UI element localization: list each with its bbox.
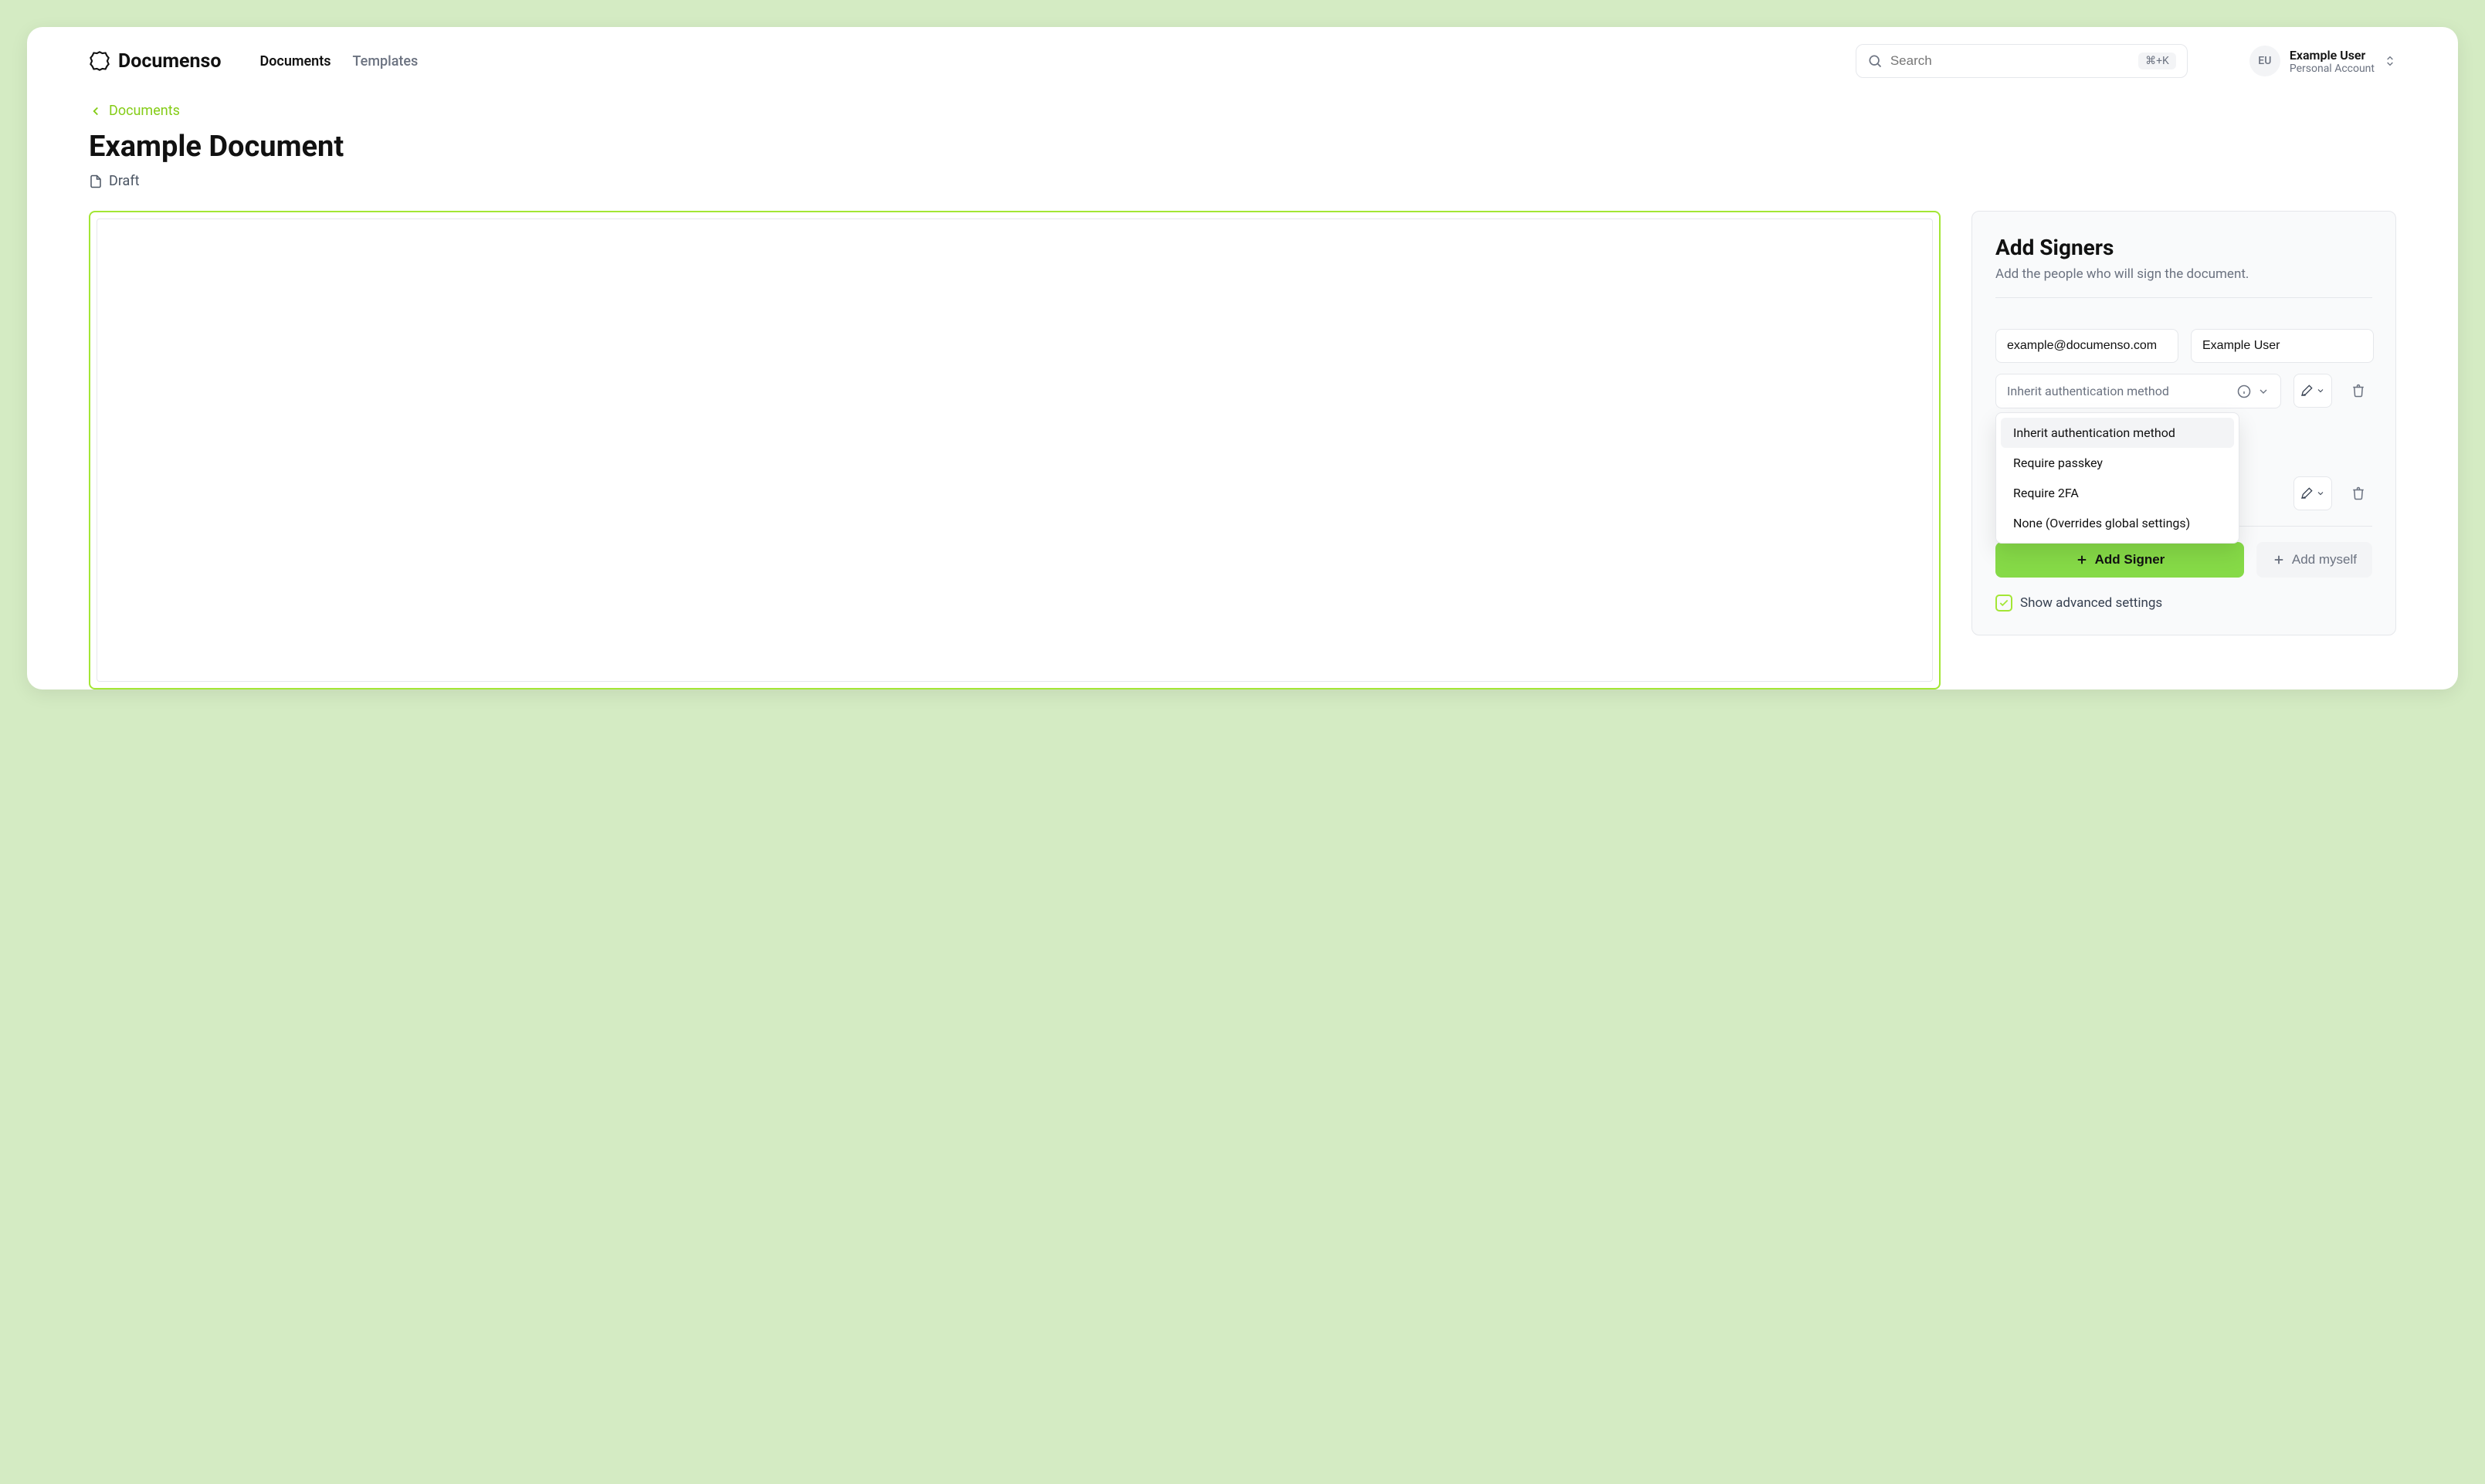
- chevron-left-icon: [89, 104, 103, 118]
- action-row: Add Signer Add myself: [1995, 542, 2372, 578]
- add-signer-button[interactable]: Add Signer: [1995, 542, 2244, 578]
- search-icon: [1867, 53, 1883, 69]
- auth-option-inherit[interactable]: Inherit authentication method: [2001, 418, 2234, 448]
- main-nav: Documents Templates: [260, 53, 419, 69]
- advanced-settings-checkbox[interactable]: [1995, 595, 2012, 612]
- pen-icon: [2300, 385, 2313, 397]
- signer-name-input[interactable]: [2191, 329, 2374, 363]
- add-myself-button[interactable]: Add myself: [2256, 542, 2372, 578]
- trash-icon: [2351, 486, 2365, 500]
- brand-text: Documenso: [118, 50, 222, 73]
- delete-signer-button-2[interactable]: [2344, 476, 2372, 510]
- panel-title: Add Signers: [1995, 235, 2372, 260]
- status-label: Draft: [109, 173, 140, 189]
- add-signer-label: Add Signer: [2095, 552, 2165, 568]
- brand-logo[interactable]: Documenso: [89, 50, 222, 73]
- auth-option-2fa[interactable]: Require 2FA: [2001, 478, 2234, 508]
- auth-placeholder: Inherit authentication method: [2007, 384, 2169, 398]
- user-name: Example User: [2290, 48, 2375, 63]
- advanced-settings-label: Show advanced settings: [2020, 595, 2162, 611]
- logo-icon: [89, 50, 110, 72]
- auth-row-1: Inherit authentication method: [1995, 374, 2372, 408]
- user-account: Personal Account: [2290, 63, 2375, 75]
- breadcrumb[interactable]: Documents: [89, 103, 2396, 119]
- app-window: Documenso Documents Templates ⌘+K EU Exa…: [27, 27, 2458, 689]
- auth-method-select[interactable]: Inherit authentication method: [1995, 374, 2281, 408]
- breadcrumb-label: Documents: [109, 103, 180, 119]
- page-title: Example Document: [89, 130, 2396, 164]
- document-page: [97, 219, 1933, 682]
- edit-signer-button-2[interactable]: [2293, 476, 2332, 510]
- chevron-down-icon: [2316, 489, 2325, 498]
- user-menu[interactable]: EU Example User Personal Account: [2249, 46, 2396, 76]
- signer-email-input[interactable]: [1995, 329, 2178, 363]
- signer-row-1: [1995, 329, 2372, 363]
- plus-icon: [2272, 553, 2286, 567]
- search-shortcut: ⌘+K: [2138, 53, 2176, 69]
- info-icon: [2237, 385, 2251, 398]
- chevrons-up-down-icon: [2384, 55, 2396, 67]
- check-icon: [1999, 598, 2009, 608]
- add-myself-label: Add myself: [2292, 552, 2357, 568]
- auth-dropdown: Inherit authentication method Require pa…: [1995, 412, 2239, 544]
- nav-templates[interactable]: Templates: [353, 53, 419, 69]
- header: Documenso Documents Templates ⌘+K EU Exa…: [27, 27, 2458, 95]
- panel-subtitle: Add the people who will sign the documen…: [1995, 266, 2372, 282]
- pen-icon: [2300, 487, 2313, 500]
- signers-panel: Add Signers Add the people who will sign…: [1971, 211, 2396, 635]
- user-info: Example User Personal Account: [2290, 48, 2375, 75]
- file-icon: [89, 174, 103, 188]
- panel-divider: [1995, 297, 2372, 298]
- edit-signer-button[interactable]: [2293, 374, 2332, 408]
- trash-icon: [2351, 384, 2365, 398]
- auth-option-none[interactable]: None (Overrides global settings): [2001, 508, 2234, 538]
- chevron-down-icon: [2316, 386, 2325, 395]
- advanced-settings-row[interactable]: Show advanced settings: [1995, 595, 2372, 612]
- main-layout: Add Signers Add the people who will sign…: [89, 211, 2396, 689]
- plus-icon: [2075, 553, 2089, 567]
- document-preview[interactable]: [89, 211, 1941, 689]
- nav-documents[interactable]: Documents: [260, 53, 331, 69]
- search-input[interactable]: [1890, 53, 2131, 69]
- chevron-down-icon: [2257, 385, 2270, 398]
- delete-signer-button[interactable]: [2344, 374, 2372, 408]
- status-row: Draft: [89, 173, 2396, 189]
- search-box[interactable]: ⌘+K: [1856, 44, 2188, 78]
- avatar: EU: [2249, 46, 2280, 76]
- auth-option-passkey[interactable]: Require passkey: [2001, 448, 2234, 478]
- content-area: Documents Example Document Draft Add Sig…: [27, 95, 2458, 689]
